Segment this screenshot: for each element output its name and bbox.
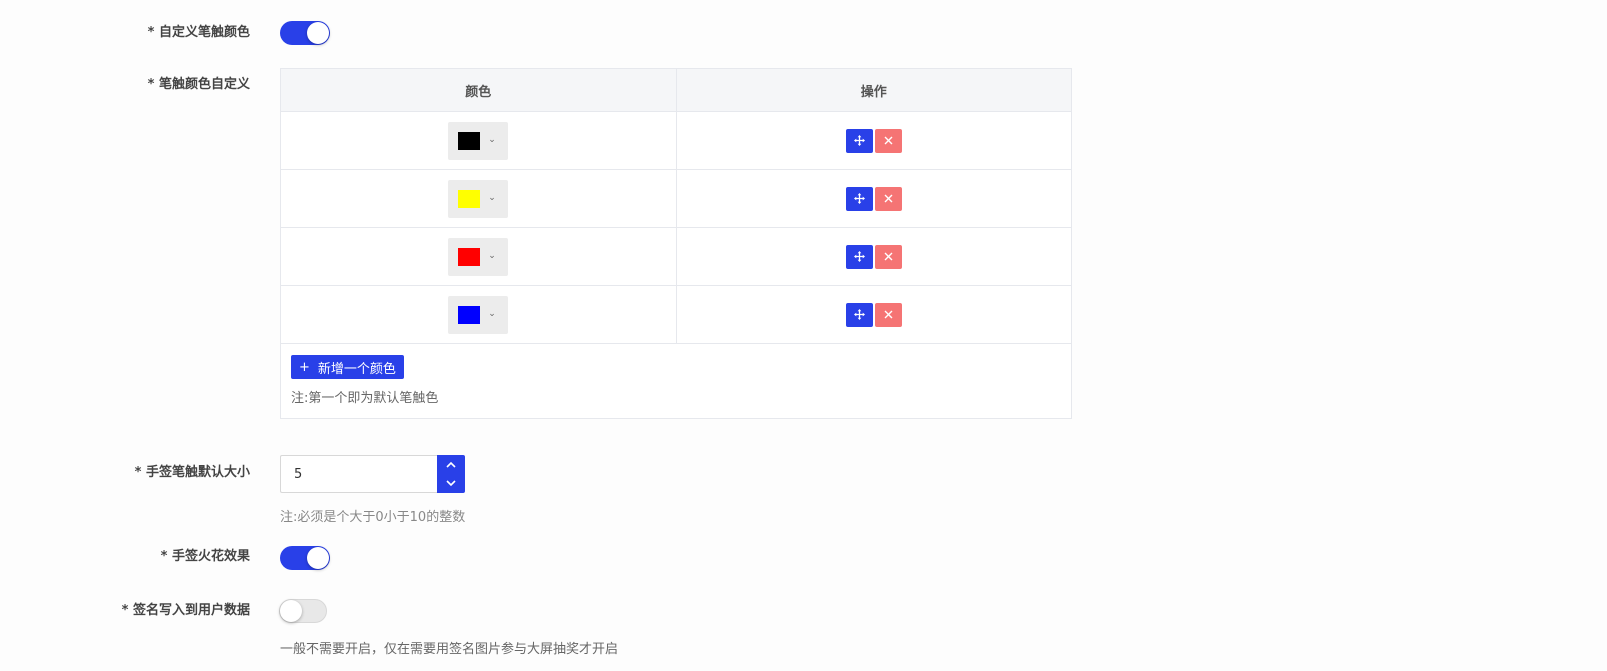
toggle-knob bbox=[307, 547, 329, 569]
color-picker[interactable]: ⌄ bbox=[448, 237, 509, 276]
settings-form: * 自定义笔触颜色 * 笔触颜色自定义 颜色 操作 ⌄ ⌄ ⌄ ⌄ + 新增一个… bbox=[0, 0, 1607, 671]
add-color-label: 新增一个颜色 bbox=[317, 361, 396, 377]
color-cell: ⌄ bbox=[281, 112, 677, 169]
plus-icon: + bbox=[299, 359, 310, 375]
write-user-data-note: 一般不需要开启，仅在需要用签名图片参与大屏抽奖才开启 bbox=[280, 642, 619, 657]
custom-color-toggle[interactable] bbox=[280, 21, 330, 45]
chevron-down-icon: ⌄ bbox=[488, 251, 496, 261]
color-table: 颜色 操作 ⌄ ⌄ ⌄ ⌄ + 新增一个颜色 注:第一个即为默认笔触色 bbox=[280, 68, 1072, 419]
move-icon bbox=[853, 193, 865, 204]
move-icon bbox=[853, 135, 865, 146]
color-cell: ⌄ bbox=[281, 170, 677, 227]
action-cell bbox=[677, 170, 1072, 227]
close-icon bbox=[884, 310, 893, 319]
toggle-knob bbox=[307, 22, 329, 44]
write-user-data-toggle[interactable] bbox=[279, 599, 327, 623]
table-row: ⌄ bbox=[281, 170, 1071, 228]
table-row: ⌄ bbox=[281, 112, 1071, 170]
close-icon bbox=[884, 136, 893, 145]
chevron-down-icon: ⌄ bbox=[488, 309, 496, 319]
brush-size-label: * 手签笔触默认大小 bbox=[134, 465, 250, 480]
add-color-button[interactable]: + 新增一个颜色 bbox=[291, 355, 404, 379]
delete-button[interactable] bbox=[874, 128, 902, 153]
move-icon bbox=[853, 251, 865, 262]
header-color: 颜色 bbox=[281, 69, 677, 111]
chevron-up-icon[interactable] bbox=[437, 455, 465, 474]
brush-size-input[interactable]: 5 bbox=[280, 455, 437, 493]
write-user-data-label: * 签名写入到用户数据 bbox=[121, 603, 250, 618]
delete-button[interactable] bbox=[874, 186, 902, 211]
toggle-knob bbox=[280, 600, 302, 622]
chevron-down-icon: ⌄ bbox=[488, 193, 496, 203]
table-header: 颜色 操作 bbox=[281, 69, 1071, 112]
move-button[interactable] bbox=[845, 244, 873, 269]
action-cell bbox=[677, 228, 1072, 285]
color-custom-label: * 笔触颜色自定义 bbox=[147, 77, 250, 92]
brush-size-stepper: 5 bbox=[280, 455, 465, 493]
move-button[interactable] bbox=[845, 186, 873, 211]
close-icon bbox=[884, 252, 893, 261]
color-cell: ⌄ bbox=[281, 228, 677, 285]
stepper-buttons bbox=[437, 455, 465, 493]
color-cell: ⌄ bbox=[281, 286, 677, 343]
default-color-note: 注:第一个即为默认笔触色 bbox=[291, 391, 439, 406]
color-swatch bbox=[458, 305, 481, 324]
table-row: ⌄ bbox=[281, 286, 1071, 344]
move-icon bbox=[853, 309, 865, 320]
brush-size-note: 注:必须是个大于0小于10的整数 bbox=[280, 510, 466, 525]
spark-effect-label: * 手签火花效果 bbox=[160, 549, 250, 564]
table-footer: + 新增一个颜色 注:第一个即为默认笔触色 bbox=[281, 344, 1071, 406]
color-picker[interactable]: ⌄ bbox=[448, 179, 509, 218]
delete-button[interactable] bbox=[874, 244, 902, 269]
header-action: 操作 bbox=[860, 84, 887, 100]
action-cell bbox=[677, 112, 1072, 169]
spark-effect-toggle[interactable] bbox=[280, 546, 330, 570]
move-button[interactable] bbox=[845, 302, 873, 327]
close-icon bbox=[884, 194, 893, 203]
color-swatch bbox=[458, 247, 481, 266]
custom-color-label: * 自定义笔触颜色 bbox=[147, 25, 250, 40]
color-picker[interactable]: ⌄ bbox=[448, 121, 509, 160]
chevron-down-icon: ⌄ bbox=[488, 135, 496, 145]
color-swatch bbox=[458, 131, 481, 150]
move-button[interactable] bbox=[845, 128, 873, 153]
table-row: ⌄ bbox=[281, 228, 1071, 286]
color-swatch bbox=[458, 189, 481, 208]
chevron-down-icon[interactable] bbox=[437, 474, 465, 493]
color-picker[interactable]: ⌄ bbox=[448, 295, 509, 334]
action-cell bbox=[677, 286, 1072, 343]
delete-button[interactable] bbox=[874, 302, 902, 327]
